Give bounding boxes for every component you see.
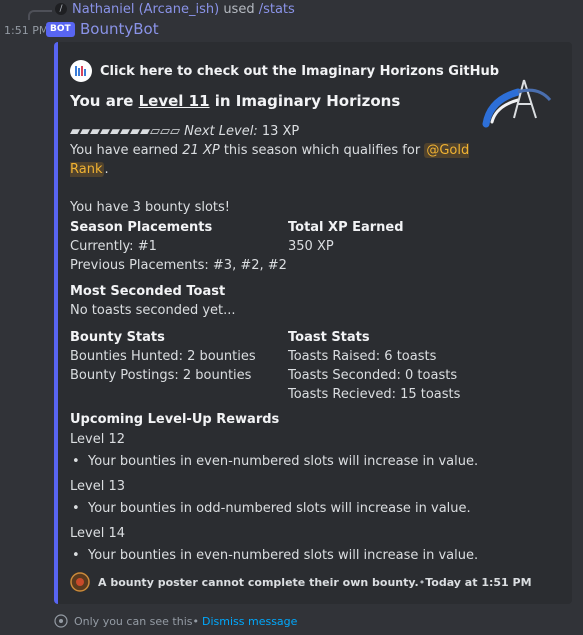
field-value: Previous Placements: #3, #2, #2 (70, 258, 287, 273)
field-value: Bounty Postings: 2 bounties (70, 368, 252, 383)
ephemeral-separator: • (192, 614, 200, 628)
ephemeral-notice: Only you can see this • Dismiss message (54, 614, 297, 628)
field-name: Bounty Stats (70, 330, 165, 345)
field-value: No toasts seconded yet... (70, 303, 236, 318)
embed-author-link[interactable]: Click here to check out the Imaginary Ho… (100, 64, 499, 79)
title-prefix: You are (70, 92, 139, 110)
github-logo-icon (70, 60, 92, 82)
progress-line: ▰▰▰▰▰▰▰▰▱▱▱ Next Level: 13 XP (70, 122, 470, 141)
message-timestamp: 1:51 PM (4, 24, 49, 37)
reply-text: Nathaniel (Arcane_ish) used /stats (72, 2, 295, 17)
reward-level: Level 13 (70, 479, 125, 494)
bot-tag: BOT (46, 22, 75, 37)
embed-description: ▰▰▰▰▰▰▰▰▱▱▱ Next Level: 13 XP You have e… (70, 122, 470, 217)
field-toast-stats: Toast Stats Toasts Raised: 6 toasts Toas… (288, 328, 460, 404)
field-value: Toasts Recieved: 15 toasts (288, 387, 461, 402)
reward-text: Your bounties in even-numbered slots wil… (88, 454, 479, 469)
field-bounty-stats: Bounty Stats Bounties Hunted: 2 bounties… (70, 328, 256, 385)
reply-username[interactable]: Nathaniel (Arcane_ish) (72, 2, 219, 17)
bullet-icon: • (72, 501, 80, 516)
imaginary-horizons-logo-icon (482, 79, 552, 128)
field-value: Toasts Raised: 6 toasts (288, 349, 437, 364)
embed-title: You are Level 11 in Imaginary Horizons (70, 92, 400, 110)
reward-item: • Your bounties in even-numbered slots wi… (70, 452, 550, 471)
reward-item: • Your bounties in odd-numbered slots wil… (70, 499, 550, 518)
dismiss-message-link[interactable]: Dismiss message (202, 615, 297, 628)
season-xp-line: You have earned 21 XP this season which … (70, 141, 470, 179)
reply-spine (28, 10, 52, 20)
slash-command-icon: / (55, 3, 67, 15)
field-name: Most Seconded Toast (70, 284, 226, 299)
embed-footer: A bounty poster cannot complete their ow… (70, 572, 532, 592)
field-most-seconded: Most Seconded Toast No toasts seconded y… (70, 282, 236, 320)
next-level-label: Next Level: (184, 124, 258, 139)
next-level-xp: 13 XP (261, 124, 300, 139)
earned-suffix: this season which qualifies for (219, 143, 425, 158)
field-value: Currently: #1 (70, 239, 157, 254)
reward-item: • Your bounties in even-numbered slots wi… (70, 546, 550, 565)
field-total-xp: Total XP Earned 350 XP (288, 218, 404, 256)
field-season-placements: Season Placements Currently: #1 Previous… (70, 218, 287, 275)
field-value: Bounties Hunted: 2 bounties (70, 349, 256, 364)
level-progress-bar: ▰▰▰▰▰▰▰▰▱▱▱ (70, 124, 180, 139)
eye-icon (54, 614, 68, 628)
earned-prefix: You have earned (70, 143, 183, 158)
bounty-slots-text: You have 3 bounty slots! (70, 200, 230, 215)
reply-used-label: used (223, 2, 255, 17)
reward-level: Level 14 (70, 526, 125, 541)
footer-timestamp: Today at 1:51 PM (425, 575, 532, 589)
ephemeral-text: Only you can see this (74, 614, 193, 628)
field-name: Upcoming Level-Up Rewards (70, 412, 280, 427)
field-value: 350 XP (288, 239, 334, 254)
reply-command-name[interactable]: /stats (259, 2, 295, 17)
field-upcoming-rewards: Upcoming Level-Up Rewards Level 12 • Your… (70, 410, 550, 565)
field-name: Toast Stats (288, 330, 370, 345)
reward-text: Your bounties in odd-numbered slots will… (88, 501, 471, 516)
bounty-icon (70, 572, 90, 592)
embed-author[interactable]: Click here to check out the Imaginary Ho… (70, 60, 499, 82)
bullet-icon: • (72, 454, 80, 469)
stats-embed: Click here to check out the Imaginary Ho… (54, 42, 572, 604)
bullet-icon: • (72, 548, 80, 563)
bot-username[interactable]: BountyBot (80, 20, 159, 38)
field-name: Total XP Earned (288, 220, 404, 235)
field-value: Toasts Seconded: 0 toasts (288, 368, 458, 383)
reward-level: Level 12 (70, 432, 125, 447)
reward-text: Your bounties in even-numbered slots wil… (88, 548, 479, 563)
earned-xp: 21 XP (182, 143, 220, 158)
title-level: Level 11 (138, 92, 210, 110)
rank-period: . (104, 162, 109, 177)
footer-text: A bounty poster cannot complete their ow… (98, 575, 419, 589)
reply-reference[interactable]: / Nathaniel (Arcane_ish) used /stats (0, 0, 583, 20)
title-suffix: in Imaginary Horizons (209, 92, 401, 110)
field-name: Season Placements (70, 220, 213, 235)
